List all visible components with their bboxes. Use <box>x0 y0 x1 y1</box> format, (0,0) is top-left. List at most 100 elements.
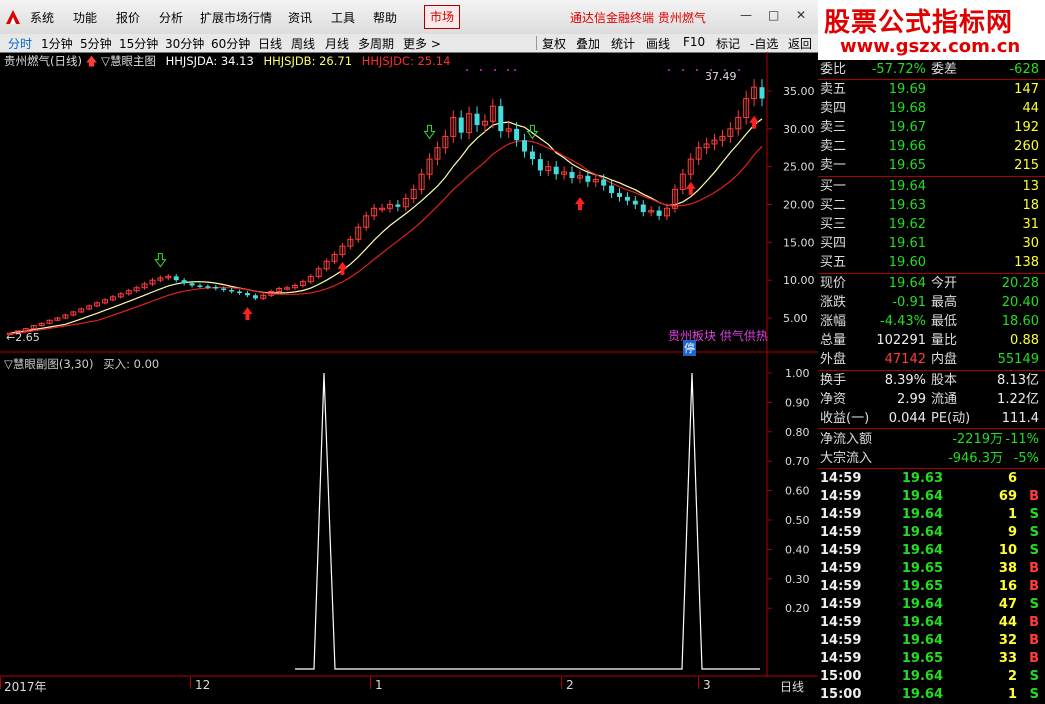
sell-arrow-icon <box>526 124 539 140</box>
menu-analysis[interactable]: 分析 <box>159 9 183 26</box>
sub-y-tick-label: 0.60 <box>785 485 810 498</box>
ask-row[interactable]: 卖三 19.67 192 <box>818 118 1045 137</box>
period-intraday[interactable]: 分时 <box>8 35 32 52</box>
flow-row: 大宗流入 -946.3万 -5% <box>820 451 1039 466</box>
menu-function[interactable]: 功能 <box>73 9 97 26</box>
candle-body <box>181 280 187 284</box>
menu-extended-market[interactable]: 扩展市场行情 <box>200 9 272 26</box>
sub-y-tick-label: 0.80 <box>785 426 810 439</box>
candle-body <box>498 106 504 132</box>
quote-stat-row: 现价 19.64 今开 20.28 <box>820 276 1039 291</box>
signal-dot <box>682 69 684 71</box>
candle-body <box>640 204 646 213</box>
tool-stats[interactable]: 统计 <box>611 35 635 52</box>
main-y-tick-label: 30.00 <box>783 123 815 136</box>
candle-body <box>514 128 520 141</box>
tool-adjust[interactable]: 复权 <box>542 35 566 52</box>
bid-row[interactable]: 买五 19.60 138 <box>818 253 1045 272</box>
period-1min[interactable]: 1分钟 <box>41 35 73 52</box>
quote-stat-row: 涨幅 -4.43% 最低 18.60 <box>820 314 1039 329</box>
candle-body <box>237 291 243 294</box>
tool-overlay[interactable]: 叠加 <box>576 35 600 52</box>
tick-row: 14:59 19.64 9 S <box>820 525 1039 540</box>
flow-row: 净流入额 -2219万 -11% <box>820 432 1039 447</box>
tick-row: 14:59 19.65 33 B <box>820 651 1039 666</box>
bid-row[interactable]: 买二 19.63 18 <box>818 196 1045 215</box>
candle-body <box>173 276 179 281</box>
close-icon[interactable]: ✕ <box>796 8 806 22</box>
candle-body <box>229 290 235 292</box>
menu-quote[interactable]: 报价 <box>116 9 140 26</box>
maximize-icon[interactable]: □ <box>768 8 779 22</box>
ask-row[interactable]: 卖一 19.65 215 <box>818 156 1045 175</box>
candle-body <box>537 159 543 171</box>
ask-row[interactable]: 卖二 19.66 260 <box>818 137 1045 156</box>
indicator-name[interactable]: 慧眼主图 <box>110 54 156 68</box>
buy-signal-line <box>295 372 760 670</box>
sub-y-tick-label: 1.00 <box>785 367 810 380</box>
tick-row: 14:59 19.65 38 B <box>820 561 1039 576</box>
ask-row[interactable]: 卖四 19.68 44 <box>818 99 1045 118</box>
period-5min[interactable]: 5分钟 <box>80 35 112 52</box>
signal-dot <box>466 69 468 71</box>
time-label-feb: 2 <box>566 678 574 692</box>
sub-toggle-icon[interactable]: ▽ <box>4 357 13 371</box>
sub-indicator-line: ▽慧眼副图(3,30) 买入: 0.00 <box>4 356 159 372</box>
main-y-tick-label: 25.00 <box>783 161 815 174</box>
sub-indicator-name[interactable]: 慧眼副图(3,30) <box>13 357 94 371</box>
minimize-icon[interactable]: — <box>740 8 752 22</box>
high-price-label: 37.49 <box>705 70 737 83</box>
candle-body <box>609 185 615 194</box>
tick-row: 14:59 19.64 10 S <box>820 543 1039 558</box>
candle-body <box>244 293 250 296</box>
signal-dot <box>696 69 698 71</box>
time-label-year: 2017年 <box>4 680 47 694</box>
tool-mark[interactable]: 标记 <box>716 35 740 52</box>
bid-row[interactable]: 买三 19.62 31 <box>818 215 1045 234</box>
stock-period-label: 贵州燃气(日线) <box>4 54 82 68</box>
fin-stat-row: 换手 8.39% 股本 8.13亿 <box>820 373 1039 388</box>
quote-stat-row: 总量 102291 量比 0.88 <box>820 333 1039 348</box>
signal-dot <box>494 69 496 71</box>
sub-y-tick-label: 0.40 <box>785 543 810 556</box>
indicator-toggle-icon[interactable]: ▽ <box>101 54 110 68</box>
menu-news[interactable]: 资讯 <box>288 9 312 26</box>
buy-value: 买入: 0.00 <box>103 357 160 371</box>
period-30min[interactable]: 30分钟 <box>165 35 204 52</box>
period-15min[interactable]: 15分钟 <box>119 35 158 52</box>
sub-y-tick-label: 0.90 <box>785 396 810 409</box>
ask-row[interactable]: 卖五 19.69 147 <box>818 80 1045 99</box>
menu-system[interactable]: 系统 <box>30 9 54 26</box>
candle-body <box>656 210 662 216</box>
tool-back[interactable]: 返回 <box>788 35 812 52</box>
tool-watchlist[interactable]: -自选 <box>750 35 778 52</box>
tool-f10[interactable]: F10 <box>683 35 705 49</box>
period-daily[interactable]: 日线 <box>258 35 282 52</box>
period-multi[interactable]: 多周期 <box>358 35 394 52</box>
bid-row[interactable]: 买四 19.61 30 <box>818 234 1045 253</box>
market-button[interactable]: 市场 <box>424 5 460 29</box>
tick-row: 14:59 19.63 6 <box>820 471 1017 486</box>
tick-row: 14:59 19.64 32 B <box>820 633 1039 648</box>
candle-body <box>624 196 630 201</box>
period-more[interactable]: 更多 > <box>403 35 441 52</box>
candle-body <box>601 179 607 186</box>
fin-stat-row: 净资 2.99 流通 1.22亿 <box>820 392 1039 407</box>
tick-row: 15:00 19.64 1 S <box>820 687 1039 702</box>
candle-body <box>221 288 227 291</box>
weicha-value: -628 <box>1009 62 1039 77</box>
time-label-jan: 1 <box>375 678 383 692</box>
halt-badge: 停 <box>683 340 696 356</box>
menu-tools[interactable]: 工具 <box>331 9 355 26</box>
tool-draw[interactable]: 画线 <box>646 35 670 52</box>
menu-help[interactable]: 帮助 <box>373 9 397 26</box>
tick-row: 14:59 19.64 47 S <box>820 597 1039 612</box>
period-weekly[interactable]: 周线 <box>291 35 315 52</box>
weibi-value: -57.72% <box>871 62 926 77</box>
candle-body <box>585 175 591 182</box>
tick-row: 14:59 19.64 1 S <box>820 507 1039 522</box>
period-60min[interactable]: 60分钟 <box>211 35 250 52</box>
candle-body <box>759 87 765 99</box>
period-monthly[interactable]: 月线 <box>325 35 349 52</box>
bid-row[interactable]: 买一 19.64 13 <box>818 177 1045 196</box>
